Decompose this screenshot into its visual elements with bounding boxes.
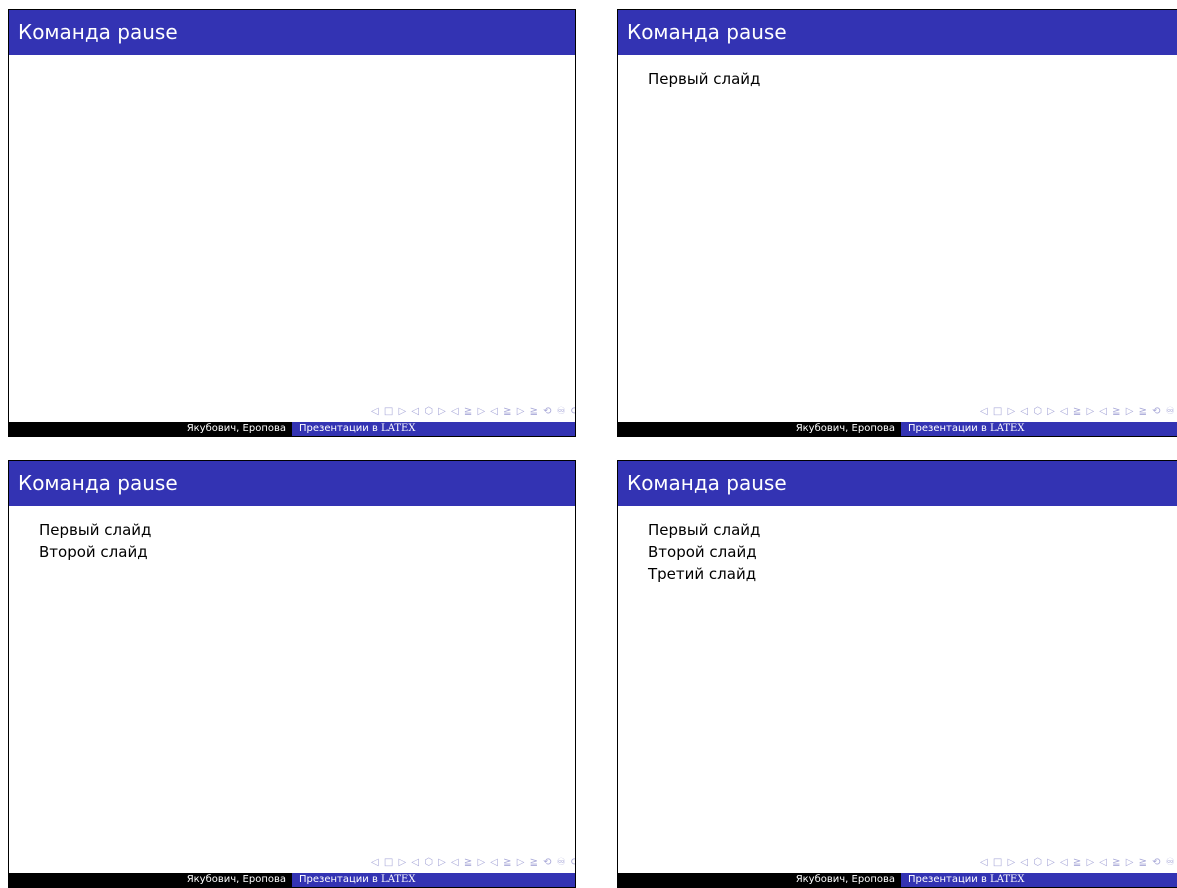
slide-3: Команда pause Первый слайд Второй слайд …: [8, 460, 576, 888]
slide-4: Команда pause Первый слайд Второй слайд …: [617, 460, 1177, 888]
slide-content: Первый слайд Второй слайд Третий слайд: [648, 519, 760, 585]
footer-authors: Якубович, Еропова: [9, 422, 292, 436]
slide-line-1: Первый слайд: [39, 521, 152, 539]
footer-presentation-title: Презентации в LATEX: [901, 873, 1177, 887]
slide-1: Команда pause ◁ □ ▷ ◁ ⬡ ▷ ◁ ≧ ▷ ◁ ≧ ▷ ≧ …: [8, 9, 576, 437]
latex-logo: LATEX: [990, 423, 1025, 434]
slide-line-1: Первый слайд: [648, 521, 761, 539]
slide-title: Команда pause: [9, 10, 575, 55]
footer-authors: Якубович, Еропова: [618, 422, 901, 436]
footer-authors: Якубович, Еропова: [618, 873, 901, 887]
footer-presentation-title: Презентации в LATEX: [292, 873, 575, 887]
latex-logo: LATEX: [381, 423, 416, 434]
slide-footer: Якубович, Еропова Презентации в LATEX: [618, 873, 1177, 887]
slide-2: Команда pause Первый слайд ◁ □ ▷ ◁ ⬡ ▷ ◁…: [617, 9, 1177, 437]
slide-line-2: Второй слайд: [648, 543, 757, 561]
footer-authors: Якубович, Еропова: [9, 873, 292, 887]
latex-logo: LATEX: [990, 874, 1025, 885]
slide-line-2: Второй слайд: [39, 543, 148, 561]
beamer-navigation-icons[interactable]: ◁ □ ▷ ◁ ⬡ ▷ ◁ ≧ ▷ ◁ ≧ ▷ ≧ ⟲ ♾ ⟳: [371, 406, 575, 417]
footer-presentation-prefix: Презентации в: [908, 874, 991, 885]
slide-content: Первый слайд: [648, 68, 760, 90]
footer-presentation-prefix: Презентации в: [299, 423, 382, 434]
slide-content: Первый слайд Второй слайд: [39, 519, 151, 563]
slide-title: Команда pause: [9, 461, 575, 506]
footer-presentation-prefix: Презентации в: [299, 874, 382, 885]
slide-line-3: Третий слайд: [648, 565, 757, 583]
footer-presentation-title: Презентации в LATEX: [901, 422, 1177, 436]
footer-presentation-prefix: Презентации в: [908, 423, 991, 434]
latex-logo: LATEX: [381, 874, 416, 885]
beamer-navigation-icons[interactable]: ◁ □ ▷ ◁ ⬡ ▷ ◁ ≧ ▷ ◁ ≧ ▷ ≧ ⟲ ♾ ⟳: [980, 857, 1177, 868]
beamer-navigation-icons[interactable]: ◁ □ ▷ ◁ ⬡ ▷ ◁ ≧ ▷ ◁ ≧ ▷ ≧ ⟲ ♾ ⟳: [371, 857, 575, 868]
slide-footer: Якубович, Еропова Презентации в LATEX: [9, 422, 575, 436]
slide-line-1: Первый слайд: [648, 70, 761, 88]
beamer-navigation-icons[interactable]: ◁ □ ▷ ◁ ⬡ ▷ ◁ ≧ ▷ ◁ ≧ ▷ ≧ ⟲ ♾ ⟳: [980, 406, 1177, 417]
footer-presentation-title: Презентации в LATEX: [292, 422, 575, 436]
slide-title: Команда pause: [618, 461, 1177, 506]
slide-footer: Якубович, Еропова Презентации в LATEX: [618, 422, 1177, 436]
slide-title: Команда pause: [618, 10, 1177, 55]
slide-footer: Якубович, Еропова Презентации в LATEX: [9, 873, 575, 887]
